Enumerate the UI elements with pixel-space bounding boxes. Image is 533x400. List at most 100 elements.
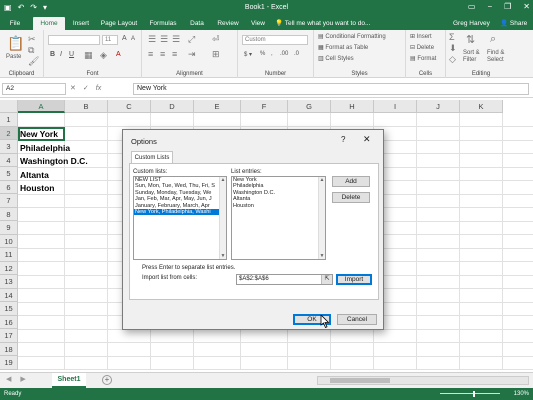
column-header-f[interactable]: F [241, 100, 288, 113]
delete-cells-button[interactable]: ⊟ Delete [410, 44, 434, 51]
row-header-13[interactable]: 13 [0, 275, 18, 289]
conditional-formatting-button[interactable]: ▤ Conditional Formatting [318, 33, 386, 40]
tab-formulas[interactable]: Formulas [146, 17, 180, 30]
cut-icon[interactable]: ✂ [28, 34, 36, 45]
close-icon[interactable]: ✕ [523, 1, 530, 13]
cancel-entry-icon[interactable]: ✕ [70, 83, 76, 95]
row-header-8[interactable]: 8 [0, 207, 18, 221]
row-header-7[interactable]: 7 [0, 194, 18, 208]
tab-home[interactable]: Home [33, 17, 65, 30]
close-dialog-icon[interactable]: ✕ [363, 134, 371, 145]
fill-icon[interactable]: ⬇ [449, 43, 457, 54]
insert-function-icon[interactable]: fx [96, 83, 101, 95]
row-header-19[interactable]: 19 [0, 356, 18, 370]
row-header-3[interactable]: 3 [0, 140, 18, 154]
enter-entry-icon[interactable]: ✓ [83, 83, 89, 95]
sheet-tab-sheet1[interactable]: Sheet1 [52, 373, 86, 388]
horizontal-scrollbar-thumb[interactable] [330, 378, 390, 383]
row-header-2[interactable]: 2 [0, 126, 18, 140]
copy-icon[interactable]: ⧉ [28, 45, 34, 56]
autosum-icon[interactable]: Σ [449, 32, 455, 42]
row-header-18[interactable]: 18 [0, 342, 18, 356]
tell-me-box[interactable]: 💡 Tell me what you want to do... [275, 17, 370, 30]
orientation-icon[interactable]: ⤢ [188, 34, 195, 45]
scroll-right-icon[interactable]: ▶ [20, 375, 25, 383]
list-entries-textbox[interactable]: New York Philadelphia Washington D.C. Altan… [231, 176, 326, 260]
paste-button[interactable]: Paste [6, 54, 21, 60]
row-header-14[interactable]: 14 [0, 288, 18, 302]
delete-button[interactable]: Delete [332, 192, 370, 203]
column-header-b[interactable]: B [65, 100, 108, 113]
top-align-icon[interactable]: ☰ [148, 34, 156, 45]
percent-icon[interactable]: % [260, 51, 265, 57]
merge-center-icon[interactable]: ⊞ [212, 49, 220, 60]
font-color-icon[interactable]: A [116, 51, 121, 58]
italic-icon[interactable]: I [60, 51, 62, 58]
scroll-up-icon[interactable]: ▲ [319, 177, 325, 183]
format-cells-button[interactable]: ▤ Format [410, 55, 436, 62]
column-header-a[interactable]: A [18, 100, 65, 113]
row-header-16[interactable]: 16 [0, 315, 18, 329]
custom-lists-listbox[interactable]: NEW LIST Sun, Mon, Tue, Wed, Thu, Fri, SS… [133, 176, 227, 260]
align-center-icon[interactable]: ≡ [160, 49, 165, 59]
cell-a3[interactable]: Philadelphia [20, 142, 70, 155]
find-select-button[interactable]: Find & Select [487, 50, 513, 64]
column-header-g[interactable]: G [288, 100, 331, 113]
user-name[interactable]: Greg Harvey [453, 17, 490, 30]
select-all-corner[interactable] [0, 100, 18, 113]
custom-list-item[interactable]: New York, Philadelphia, Washi [134, 209, 226, 216]
list-entries-scrollbar[interactable]: ▲ ▼ [318, 177, 325, 259]
format-as-table-button[interactable]: ▦ Format as Table [318, 44, 368, 51]
row-header-12[interactable]: 12 [0, 261, 18, 275]
custom-list-item[interactable]: Sun, Mon, Tue, Wed, Thu, Fri, S [134, 183, 226, 189]
bottom-align-icon[interactable]: ☰ [172, 34, 180, 45]
cell-a5[interactable]: Altanta [20, 169, 49, 182]
decrease-decimal-icon[interactable]: .0 [294, 51, 299, 57]
clear-icon[interactable]: ◇ [449, 54, 456, 65]
cell-a4[interactable]: Washington D.C. [20, 155, 88, 168]
middle-align-icon[interactable]: ☰ [160, 34, 168, 45]
column-header-d[interactable]: D [151, 100, 194, 113]
tab-page-layout[interactable]: Page Layout [98, 17, 140, 30]
help-icon[interactable]: ? [341, 135, 345, 144]
tab-view[interactable]: View [248, 17, 268, 30]
zoom-level[interactable]: 130% [514, 388, 529, 400]
share-button[interactable]: 👤 Share [500, 17, 527, 30]
comma-icon[interactable]: , [271, 51, 273, 57]
collapse-dialog-icon[interactable]: ⇱ [321, 275, 332, 284]
column-header-j[interactable]: J [417, 100, 460, 113]
row-header-5[interactable]: 5 [0, 167, 18, 181]
tab-file[interactable]: File [4, 17, 26, 30]
row-header-10[interactable]: 10 [0, 234, 18, 248]
column-header-e[interactable]: E [194, 100, 241, 113]
cell-a6[interactable]: Houston [20, 182, 54, 195]
sort-filter-icon[interactable]: ⇅ [466, 33, 475, 46]
tab-insert[interactable]: Insert [70, 17, 92, 30]
row-header-17[interactable]: 17 [0, 329, 18, 343]
cancel-button[interactable]: Cancel [337, 314, 377, 325]
scroll-left-icon[interactable]: ◀ [6, 375, 11, 383]
zoom-slider-knob[interactable] [473, 391, 475, 397]
increase-decimal-icon[interactable]: .00 [280, 51, 288, 57]
paste-icon[interactable]: 📋 [7, 35, 24, 52]
column-header-h[interactable]: H [331, 100, 374, 113]
tab-review[interactable]: Review [214, 17, 242, 30]
add-button[interactable]: Add [332, 176, 370, 187]
row-header-11[interactable]: 11 [0, 248, 18, 262]
row-header-15[interactable]: 15 [0, 302, 18, 316]
zoom-slider[interactable] [440, 393, 500, 394]
column-header-c[interactable]: C [108, 100, 151, 113]
column-header-k[interactable]: K [460, 100, 503, 113]
scroll-down-icon[interactable]: ▼ [220, 253, 226, 259]
tab-data[interactable]: Data [186, 17, 208, 30]
row-header-9[interactable]: 9 [0, 221, 18, 235]
borders-icon[interactable]: ▦ [84, 50, 93, 61]
find-select-icon[interactable]: ⌕ [490, 33, 496, 46]
currency-icon[interactable]: $ ▾ [244, 51, 252, 58]
font-size-dropdown[interactable]: 11 [102, 35, 118, 45]
align-left-icon[interactable]: ≡ [148, 49, 153, 59]
number-format-dropdown[interactable]: Custom [242, 35, 308, 45]
insert-cells-button[interactable]: ⊞ Insert [410, 33, 432, 40]
scroll-down-icon[interactable]: ▼ [319, 253, 325, 259]
sort-filter-button[interactable]: Sort & Filter [463, 50, 485, 64]
